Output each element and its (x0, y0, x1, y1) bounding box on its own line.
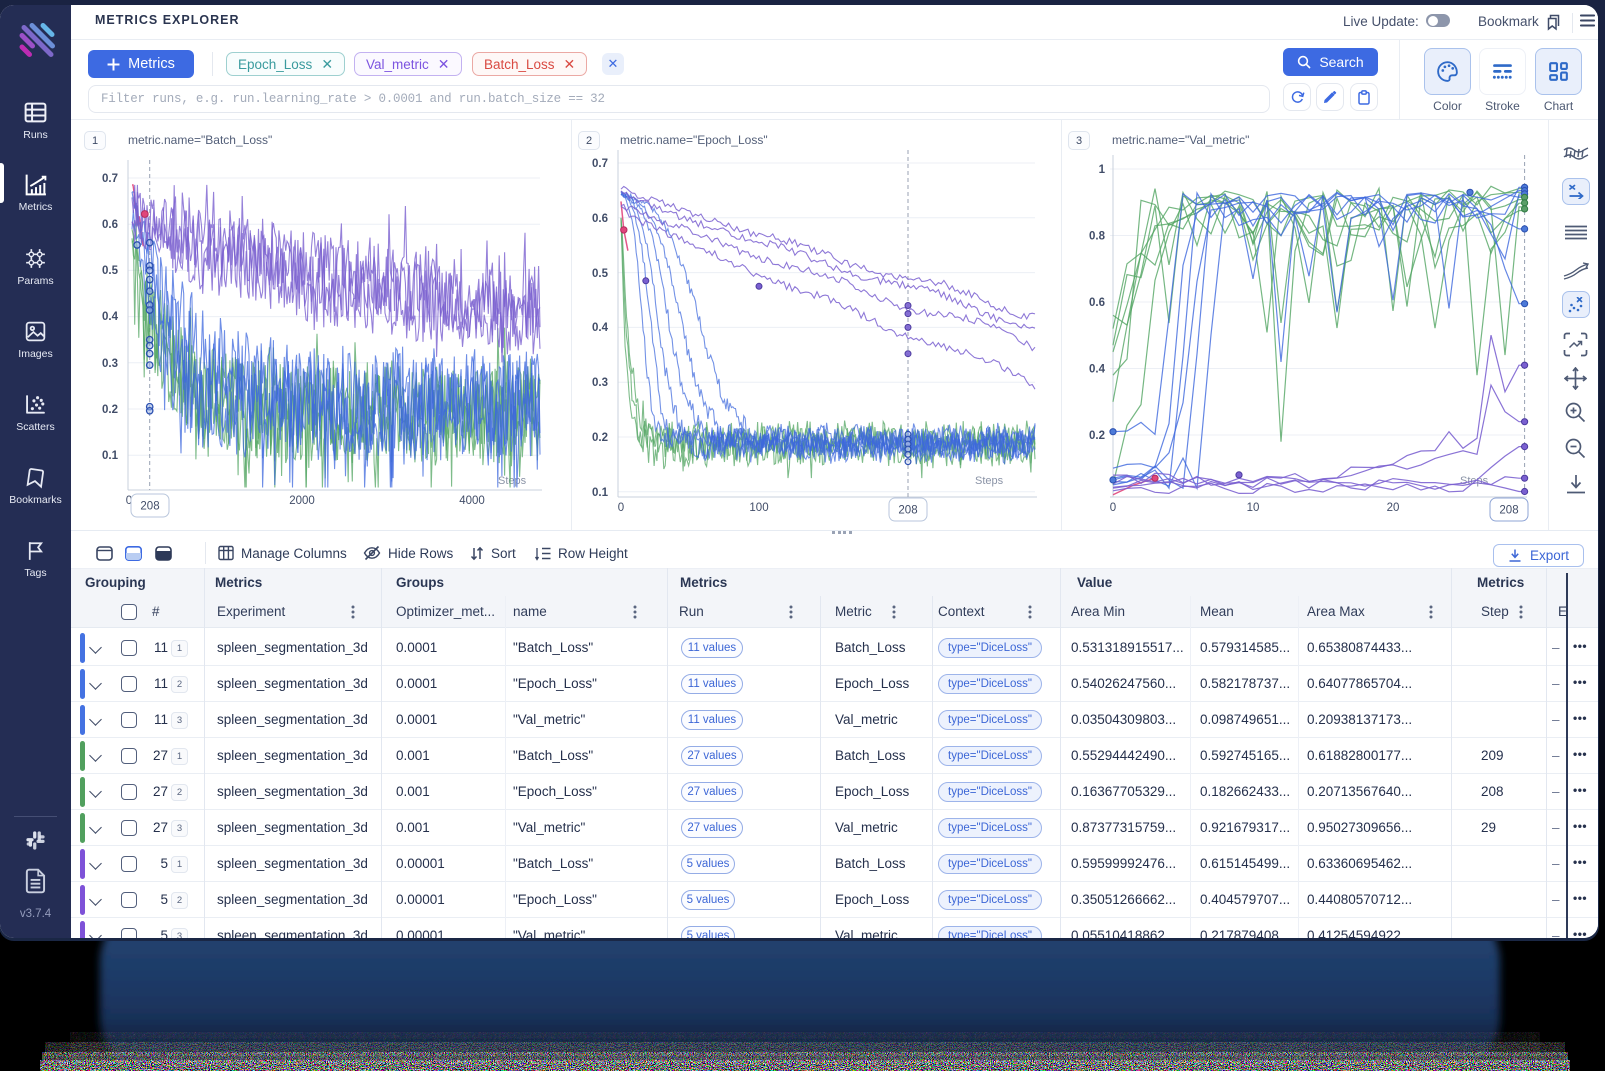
svg-text:0.5: 0.5 (592, 268, 609, 280)
svg-text:0.4: 0.4 (1089, 364, 1106, 376)
svg-text:0.7: 0.7 (592, 158, 608, 170)
svg-text:0.8: 0.8 (1089, 231, 1106, 243)
svg-text:0.6: 0.6 (102, 219, 118, 231)
svg-text:2000: 2000 (289, 495, 315, 507)
svg-text:0.5: 0.5 (102, 265, 119, 277)
svg-text:Steps: Steps (498, 475, 527, 487)
svg-text:0.2: 0.2 (102, 404, 118, 416)
svg-text:0.3: 0.3 (102, 358, 118, 370)
svg-text:0.4: 0.4 (102, 311, 119, 323)
svg-text:208: 208 (898, 505, 917, 517)
svg-text:4000: 4000 (459, 495, 485, 507)
svg-text:100: 100 (749, 502, 768, 514)
svg-text:1: 1 (1099, 164, 1106, 176)
svg-text:20: 20 (1387, 502, 1400, 514)
svg-text:0.4: 0.4 (592, 322, 609, 334)
svg-text:208: 208 (1499, 505, 1518, 517)
svg-text:0.2: 0.2 (1089, 430, 1105, 442)
svg-text:0.2: 0.2 (592, 432, 608, 444)
svg-text:0.6: 0.6 (592, 213, 608, 225)
svg-text:10: 10 (1247, 502, 1260, 514)
svg-text:0.1: 0.1 (102, 450, 119, 462)
svg-text:0.1: 0.1 (592, 487, 609, 499)
svg-text:0.7: 0.7 (102, 173, 118, 185)
svg-text:Steps: Steps (975, 475, 1004, 487)
svg-text:0: 0 (1110, 502, 1116, 514)
svg-text:0.3: 0.3 (592, 377, 608, 389)
svg-text:0.6: 0.6 (1089, 297, 1105, 309)
svg-text:208: 208 (140, 501, 159, 513)
svg-text:0: 0 (618, 502, 624, 514)
